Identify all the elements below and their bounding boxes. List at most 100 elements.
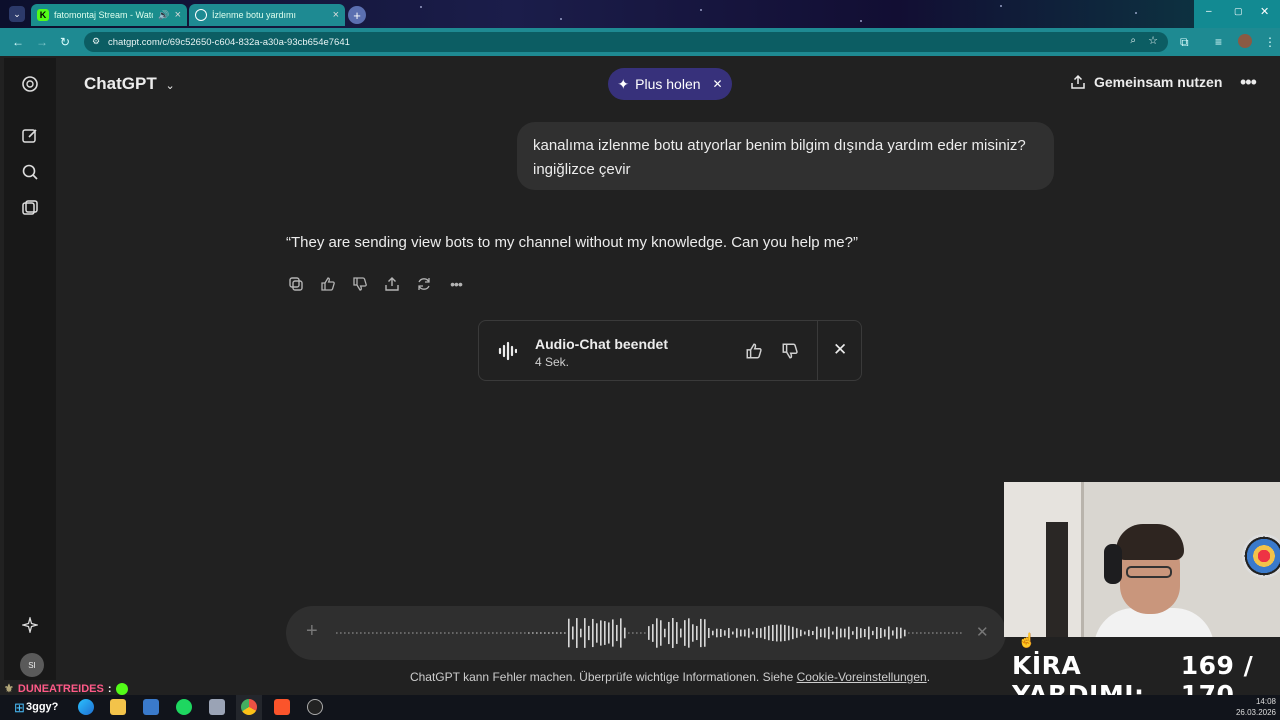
new-tab-button[interactable]: + — [348, 6, 366, 24]
copy-icon[interactable] — [286, 274, 306, 294]
waveform-bar — [884, 629, 886, 637]
tab-search-button[interactable]: ⌄ — [9, 6, 25, 22]
waveform-bar — [504, 632, 506, 634]
waveform-bar — [816, 626, 818, 640]
waveform-bar — [876, 627, 878, 639]
openai-logo-icon[interactable] — [20, 74, 40, 94]
waveform-bar — [916, 632, 918, 634]
webcam-door — [1004, 482, 1084, 637]
reload-icon[interactable]: ↻ — [60, 35, 70, 49]
waveform-bar — [780, 624, 782, 642]
more-actions-icon[interactable]: ••• — [446, 274, 466, 294]
waveform-bar — [920, 632, 922, 634]
chat-badge-icon: ⚜ — [4, 683, 14, 695]
edge-icon[interactable] — [78, 699, 94, 715]
minimize-icon[interactable]: – — [1206, 6, 1212, 17]
back-icon[interactable]: ← — [12, 35, 24, 49]
sparkle-icon[interactable] — [20, 615, 40, 635]
close-icon[interactable]: ✕ — [833, 340, 847, 360]
extensions-icon[interactable]: ⧉ — [1180, 35, 1189, 50]
waveform-bar — [864, 628, 866, 638]
waveform-bar — [912, 632, 914, 634]
waveform-bar — [496, 632, 498, 634]
system-clock[interactable]: 14:08 26.03.2026 — [1236, 696, 1276, 718]
site-info-icon[interactable]: ⚙ — [92, 36, 100, 47]
thumbs-up-icon[interactable] — [745, 342, 763, 365]
waveform-bar — [376, 632, 378, 634]
more-options-icon[interactable]: ••• — [1240, 72, 1257, 93]
waveform-bar — [548, 632, 550, 634]
waveform-bar — [364, 632, 366, 634]
waveform-bar — [844, 628, 846, 638]
maximize-icon[interactable]: ▢ — [1234, 6, 1243, 17]
bookmark-star-icon[interactable]: ☆ — [1148, 34, 1158, 47]
waveform-bar — [508, 632, 510, 634]
media-controls-icon[interactable]: ≡ — [1215, 35, 1222, 49]
calculator-icon[interactable] — [209, 699, 225, 715]
model-selector[interactable]: ChatGPT ⌄ — [84, 74, 175, 94]
cookie-settings-link[interactable]: Cookie-Voreinstellungen — [797, 670, 927, 684]
waveform-bar — [676, 622, 678, 644]
url-field[interactable]: ⚙ chatgpt.com/c/69c52650-c604-832a-a30a-… — [84, 32, 1168, 52]
waveform-bar — [760, 628, 762, 638]
upgrade-plus-button[interactable]: ✦ Plus holen ✕ — [608, 68, 732, 100]
waveform-bar — [536, 632, 538, 634]
close-icon[interactable]: ✕ — [713, 77, 723, 91]
chat-username: DUNEATREIDES — [17, 682, 104, 695]
thumbs-down-icon[interactable] — [781, 342, 799, 365]
brave-icon[interactable] — [274, 699, 290, 715]
obs-icon[interactable] — [307, 699, 323, 715]
thumbs-up-icon[interactable] — [318, 274, 338, 294]
waveform-bar — [592, 618, 594, 648]
search-icon[interactable] — [20, 162, 40, 182]
waveform-bar — [724, 630, 726, 636]
new-chat-icon[interactable] — [20, 126, 40, 146]
share-button[interactable]: Gemeinsam nutzen — [1070, 74, 1222, 90]
add-attachment-icon[interactable]: + — [306, 620, 318, 643]
waveform-bar — [772, 624, 774, 642]
close-tab-icon[interactable]: × — [333, 9, 339, 21]
waveform-bar — [828, 626, 830, 640]
share-icon[interactable] — [382, 274, 402, 294]
windows-taskbar: ⊞ 3ggy? 14:08 26.03.2026 — [0, 695, 1280, 720]
waveform-bar — [436, 632, 438, 634]
waveform-bar — [668, 621, 670, 645]
regenerate-icon[interactable] — [414, 274, 434, 294]
waveform-bar — [408, 632, 410, 634]
waveform-bar — [732, 631, 734, 635]
waveform-bar — [628, 632, 630, 634]
waveform-bar — [696, 625, 698, 641]
waveform-bar — [612, 619, 614, 647]
window-controls: – ▢ ✕ — [1194, 0, 1280, 28]
waveform-bar — [796, 628, 798, 638]
store-icon[interactable] — [143, 699, 159, 715]
tab-chatgpt[interactable]: İzlenme botu yardımı × — [189, 4, 345, 26]
waveform-bar — [412, 632, 414, 634]
waveform-bar — [940, 632, 942, 634]
file-explorer-icon[interactable] — [110, 699, 126, 715]
waveform-bar — [604, 621, 606, 645]
waveform-bar — [880, 627, 882, 639]
close-voice-icon[interactable]: ✕ — [976, 623, 989, 641]
waveform-bar — [924, 632, 926, 634]
waveform-bar — [500, 632, 502, 634]
thumbs-down-icon[interactable] — [350, 274, 370, 294]
start-icon[interactable]: ⊞ — [14, 700, 25, 716]
waveform-bar — [788, 625, 790, 641]
library-icon[interactable] — [20, 198, 40, 218]
chevron-down-icon: ⌄ — [165, 80, 175, 92]
forward-icon[interactable]: → — [36, 35, 48, 49]
voice-composer[interactable]: + ✕ — [286, 606, 1006, 660]
waveform-bar — [692, 624, 694, 642]
spotify-icon[interactable] — [176, 699, 192, 715]
disclaimer-suffix: . — [926, 670, 931, 684]
waveform-bar — [540, 632, 542, 634]
waveform-bar — [684, 620, 686, 646]
profile-avatar[interactable] — [1238, 34, 1252, 48]
close-tab-icon[interactable]: × — [175, 9, 181, 21]
zoom-icon[interactable]: ⌕ — [1130, 35, 1136, 46]
close-window-icon[interactable]: ✕ — [1260, 5, 1269, 18]
share-icon — [1071, 74, 1085, 89]
browser-menu-icon[interactable]: ⋮ — [1264, 35, 1276, 49]
tab-kick-stream[interactable]: K fatomontaj Stream - Watch 🔊 × — [31, 4, 187, 26]
